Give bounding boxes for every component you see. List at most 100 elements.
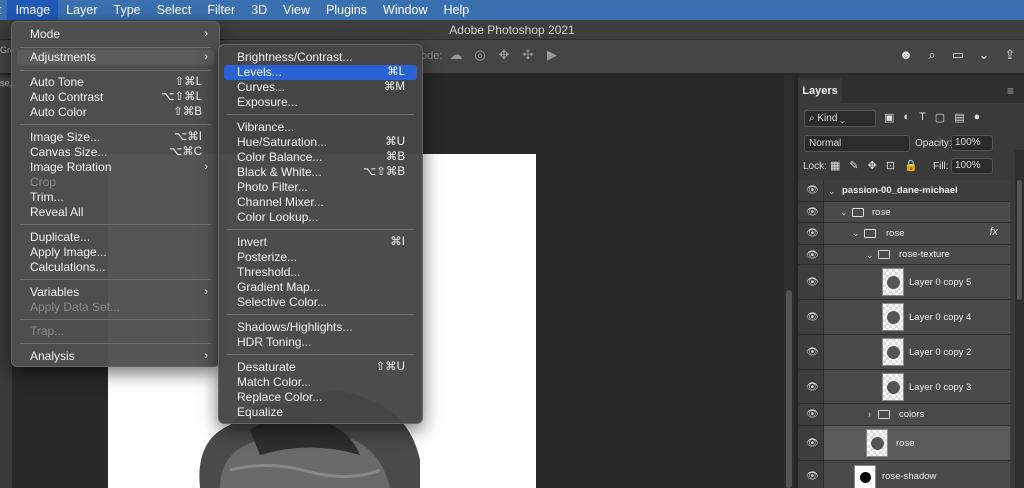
eye-icon[interactable]: 👁 — [806, 250, 819, 261]
shape-filter-icon[interactable]: ▢ — [935, 111, 945, 124]
menu-image[interactable]: Image — [7, 0, 59, 20]
chevron-right-icon[interactable]: › — [868, 409, 871, 419]
video-camera-icon[interactable]: ▶ — [544, 47, 560, 63]
menu-item-desaturate[interactable]: Desaturate ⇧⌘U — [224, 360, 417, 375]
layers-scroll-thumb[interactable] — [1017, 180, 1022, 300]
menu-window[interactable]: Window — [375, 0, 435, 20]
lock-paint-icon[interactable]: ✎ — [849, 159, 858, 172]
lock-artboard-icon[interactable]: ⊡ — [886, 159, 895, 172]
menu-item-match-color[interactable]: Match Color... — [224, 375, 417, 390]
menu-item-photo-filter[interactable]: Photo Filter... — [224, 180, 417, 195]
layer-row[interactable]: 👁 ⌄ rose — [798, 202, 1010, 223]
lock-transparent-icon[interactable]: ▦ — [830, 159, 840, 172]
menu-item-shadows-highlights[interactable]: Shadows/Highlights... — [224, 320, 417, 335]
menu-item-equalize[interactable]: Equalize — [224, 405, 417, 420]
menu-type[interactable]: Type — [106, 0, 149, 20]
menu-3d[interactable]: 3D — [243, 0, 275, 20]
orbit-icon[interactable]: ☁ — [448, 47, 464, 63]
layer-row[interactable]: 👁 Layer 0 copy 3 — [798, 370, 1010, 404]
blend-mode-select[interactable]: Normal — [804, 135, 910, 152]
roll-icon[interactable]: ◎ — [472, 47, 488, 63]
layer-row[interactable]: 👁 rose — [798, 426, 1010, 461]
menu-item-calculations[interactable]: Calculations... — [17, 260, 214, 275]
eye-icon[interactable]: 👁 — [806, 347, 819, 358]
menu-item-replace-color[interactable]: Replace Color... — [224, 390, 417, 405]
lock-all-icon[interactable]: 🔒 — [904, 159, 918, 172]
chevron-down-icon[interactable]: ⌄ — [828, 186, 836, 197]
eye-icon[interactable]: 👁 — [806, 277, 819, 288]
menu-edit-fragment[interactable]: t — [0, 0, 7, 20]
menu-item-hue-saturation[interactable]: Hue/Saturation... ⌘U — [224, 135, 417, 150]
menu-item-auto-color[interactable]: Auto Color ⇧⌘B — [17, 105, 214, 120]
chevron-down-icon[interactable]: ⌄ — [976, 47, 992, 63]
menu-item-variables[interactable]: Variables › — [17, 285, 214, 300]
eye-icon[interactable]: 👁 — [806, 185, 819, 196]
menu-item-posterize[interactable]: Posterize... — [224, 250, 417, 265]
menu-filter[interactable]: Filter — [199, 0, 243, 20]
chevron-down-icon[interactable]: ⌄ — [852, 228, 860, 239]
opacity-field[interactable]: 100% — [951, 135, 993, 151]
menu-item-gradient-map[interactable]: Gradient Map... — [224, 280, 417, 295]
chevron-down-icon[interactable]: ⌄ — [866, 250, 874, 261]
eye-icon[interactable]: 👁 — [806, 312, 819, 323]
share-icon[interactable]: ⇪ — [1002, 47, 1018, 63]
menu-select[interactable]: Select — [149, 0, 200, 20]
menu-item-black-white[interactable]: Black & White... ⌥⇧⌘B — [224, 165, 417, 180]
slide-icon[interactable]: ✣ — [520, 47, 536, 63]
menu-item-image-rotation[interactable]: Image Rotation › — [17, 160, 214, 175]
menu-item-adjustments[interactable]: Adjustments › — [17, 50, 214, 65]
layer-row[interactable]: 👁 rose-shadow — [798, 461, 1010, 488]
eye-icon[interactable]: 👁 — [806, 228, 819, 239]
adjustment-filter-icon[interactable]: ◐ — [903, 111, 910, 124]
workspace-icon[interactable]: ▭ — [950, 47, 966, 63]
menu-item-selective-color[interactable]: Selective Color... — [224, 295, 417, 310]
menu-item-vibrance[interactable]: Vibrance... — [224, 120, 417, 135]
menu-item-threshold[interactable]: Threshold... — [224, 265, 417, 280]
eye-icon[interactable]: 👁 — [806, 382, 819, 393]
filter-toggle-icon[interactable]: ● — [974, 111, 981, 124]
kind-filter[interactable]: ⌕ Kind ⌄ — [804, 110, 876, 127]
layer-row[interactable]: 👁 ⌄ passion-00_dane-michael — [798, 180, 1010, 202]
menu-item-image-size[interactable]: Image Size... ⌥⌘I — [17, 130, 214, 145]
menu-item-canvas-size[interactable]: Canvas Size... ⌥⌘C — [17, 145, 214, 160]
eye-icon[interactable]: 👁 — [806, 409, 819, 420]
menu-item-levels[interactable]: Levels... ⌘L — [224, 65, 417, 80]
eye-icon[interactable]: 👁 — [806, 438, 819, 449]
menu-layer[interactable]: Layer — [58, 0, 105, 20]
menu-item-exposure[interactable]: Exposure... — [224, 95, 417, 110]
tab-layers[interactable]: Layers — [798, 79, 842, 103]
menu-item-invert[interactable]: Invert ⌘I — [224, 235, 417, 250]
menu-item-channel-mixer[interactable]: Channel Mixer... — [224, 195, 417, 210]
menu-plugins[interactable]: Plugins — [318, 0, 375, 20]
menu-item-mode[interactable]: Mode › — [17, 27, 214, 42]
menu-item-color-balance[interactable]: Color Balance... ⌘B — [224, 150, 417, 165]
menu-view[interactable]: View — [275, 0, 318, 20]
fill-field[interactable]: 100% — [951, 158, 993, 174]
drag-icon[interactable]: ✥ — [496, 47, 512, 63]
layer-row[interactable]: 👁 Layer 0 copy 5 — [798, 265, 1010, 300]
chevron-down-icon[interactable]: ⌄ — [840, 207, 848, 218]
layer-row[interactable]: 👁 Layer 0 copy 4 — [798, 300, 1010, 335]
fx-icon[interactable]: fx — [989, 226, 998, 238]
canvas-scroll-thumb[interactable] — [786, 290, 792, 488]
menu-item-auto-contrast[interactable]: Auto Contrast ⌥⇧⌘L — [17, 90, 214, 105]
menu-item-apply-image[interactable]: Apply Image... — [17, 245, 214, 260]
menu-item-trim[interactable]: Trim... — [17, 190, 214, 205]
layer-row[interactable]: 👁 › colors — [798, 404, 1010, 426]
search-icon[interactable]: ⌕ — [924, 47, 940, 63]
layer-row[interactable]: 👁 ⌄ rose-texture — [798, 245, 1010, 265]
menu-item-curves[interactable]: Curves... ⌘M — [224, 80, 417, 95]
menu-help[interactable]: Help — [435, 0, 477, 20]
menu-item-color-lookup[interactable]: Color Lookup... — [224, 210, 417, 225]
menu-item-hdr-toning[interactable]: HDR Toning... — [224, 335, 417, 350]
menu-item-analysis[interactable]: Analysis › — [17, 349, 214, 364]
menu-item-duplicate[interactable]: Duplicate... — [17, 230, 214, 245]
layer-row[interactable]: 👁 Layer 0 copy 2 — [798, 335, 1010, 370]
lock-position-icon[interactable]: ✥ — [868, 159, 877, 172]
eye-icon[interactable]: 👁 — [806, 207, 819, 218]
account-icon[interactable]: ☻ — [898, 47, 914, 63]
menu-item-brightness-contrast[interactable]: Brightness/Contrast... — [224, 50, 417, 65]
smart-object-filter-icon[interactable]: ▤ — [954, 111, 964, 124]
panel-menu-icon[interactable]: ≡ — [1007, 84, 1014, 98]
layer-row[interactable]: 👁 ⌄ rose fx — [798, 223, 1010, 245]
